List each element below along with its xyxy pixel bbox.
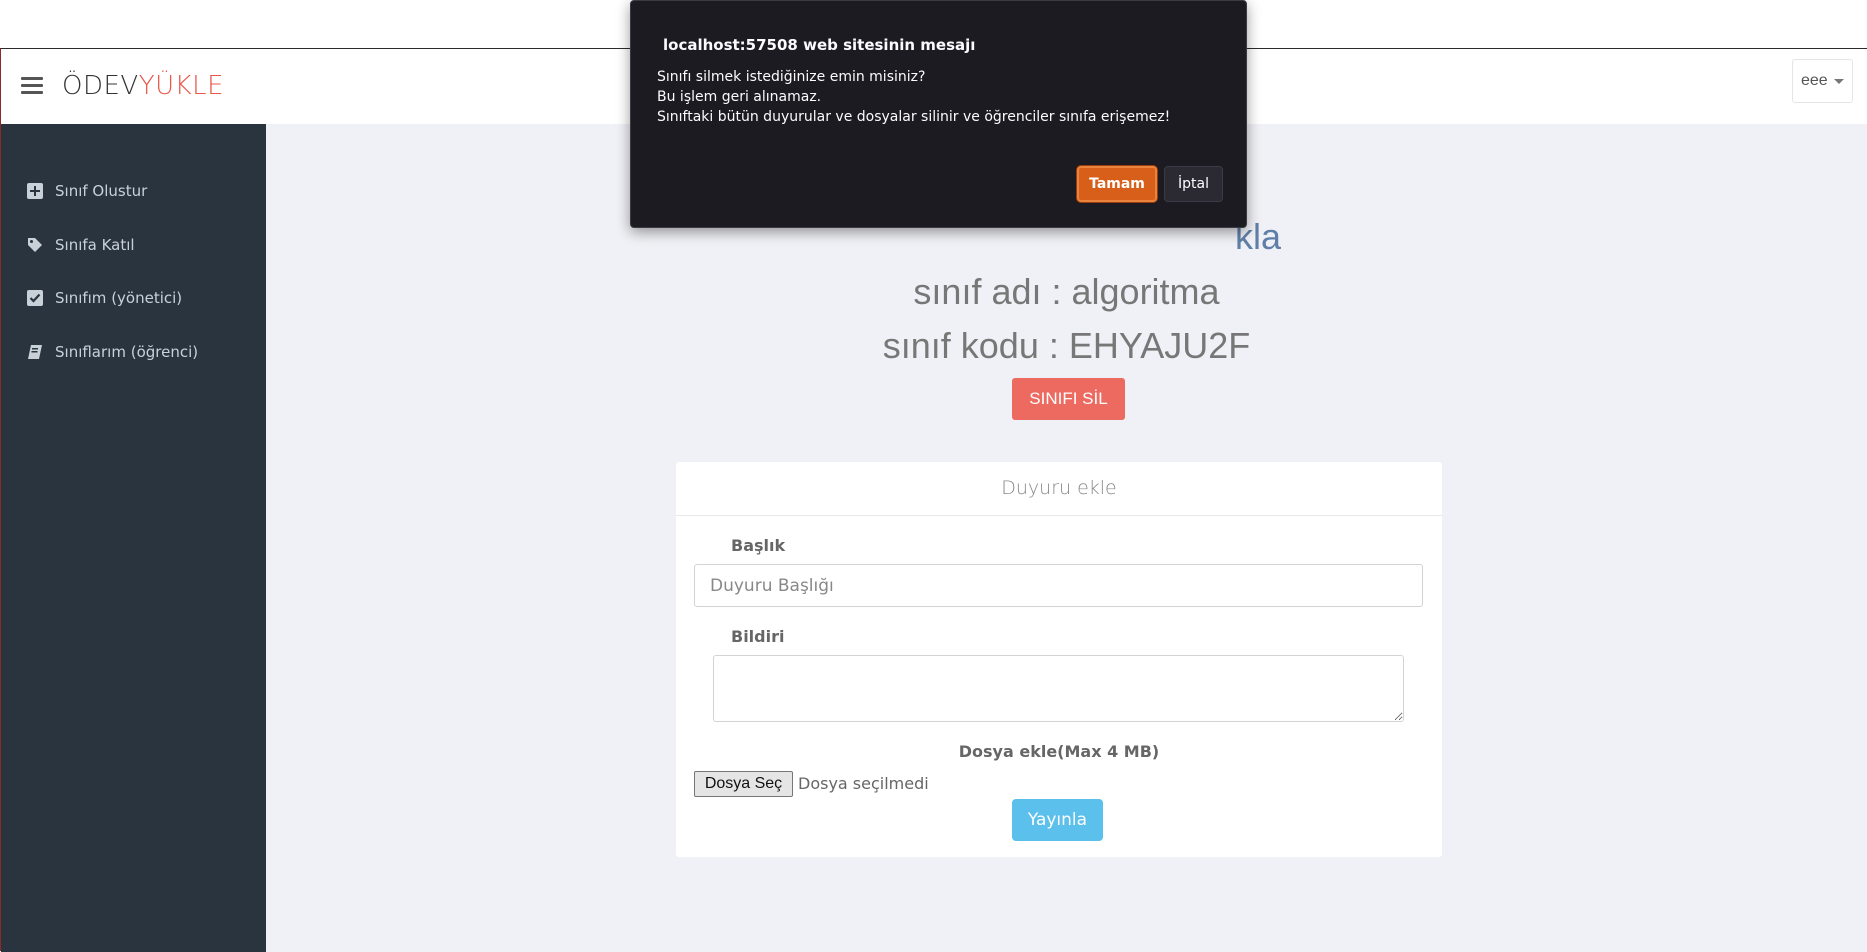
sidebar-item-label: Sınıflarım (öğrenci) xyxy=(55,343,199,361)
announcement-body-textarea[interactable] xyxy=(713,655,1404,722)
book-icon xyxy=(28,345,42,359)
sidebar-item-label: Sınıfım (yönetici) xyxy=(55,289,183,307)
user-label: eee xyxy=(1801,72,1828,89)
dialog-line2: Bu işlem geri alınamaz. xyxy=(657,89,822,105)
choose-file-button[interactable]: Dosya Seç xyxy=(694,771,793,797)
tag-icon xyxy=(28,238,42,252)
delete-class-button[interactable]: SINIFI SİL xyxy=(1012,378,1125,420)
sidebar: Sınıf Olustur Sınıfa Katıl Sınıfım (yöne… xyxy=(1,124,266,952)
brand-part1: ÖDEV xyxy=(62,71,139,101)
announcement-card: Duyuru ekle Başlık Bildiri Dosya ekle(Ma… xyxy=(676,462,1442,857)
title-label: Başlık xyxy=(731,536,786,555)
chevron-down-icon xyxy=(1833,78,1844,84)
main-content: kla sınıf adı : algoritma sınıf kodu : E… xyxy=(266,124,1867,952)
announcement-title-input[interactable] xyxy=(694,564,1423,607)
hamburger-menu-icon[interactable] xyxy=(21,77,43,95)
class-name-heading: sınıf adı : algoritma xyxy=(913,271,1220,312)
publish-button[interactable]: Yayınla xyxy=(1012,799,1103,841)
confirm-dialog: localhost:57508 web sitesinin mesajı Sın… xyxy=(630,0,1247,228)
card-header: Duyuru ekle xyxy=(676,462,1442,516)
sidebar-item-join-class[interactable]: Sınıfa Katıl xyxy=(27,236,135,254)
body-label: Bildiri xyxy=(731,627,785,646)
dialog-line3: Sınıftaki bütün duyurular ve dosyalar si… xyxy=(657,109,1171,125)
cancel-button[interactable]: İptal xyxy=(1164,166,1223,202)
file-label: Dosya ekle(Max 4 MB) xyxy=(958,742,1160,761)
class-code-heading: sınıf kodu : EHYAJU2F xyxy=(882,325,1251,366)
dialog-line1: Sınıfı silmek istediğinize emin misiniz? xyxy=(657,69,926,85)
sidebar-item-label: Sınıf Olustur xyxy=(55,182,148,200)
sidebar-item-my-class-admin[interactable]: Sınıfım (yönetici) xyxy=(27,289,182,307)
user-dropdown[interactable]: eee xyxy=(1792,59,1853,103)
sidebar-item-create-class[interactable]: Sınıf Olustur xyxy=(27,182,147,200)
file-status: Dosya seçilmedi xyxy=(798,774,929,793)
ok-button[interactable]: Tamam xyxy=(1077,166,1157,202)
dialog-message: Sınıfı silmek istediğinize emin misiniz?… xyxy=(657,67,1170,127)
sidebar-item-label: Sınıfa Katıl xyxy=(55,236,135,254)
plus-square-icon xyxy=(27,183,43,199)
sidebar-item-my-classes-student[interactable]: Sınıflarım (öğrenci) xyxy=(27,343,198,361)
brand-logo[interactable]: ÖDEVYÜKLE xyxy=(62,71,224,101)
dialog-title: localhost:57508 web sitesinin mesajı xyxy=(663,36,976,54)
brand-part2: YÜKLE xyxy=(138,71,225,101)
check-square-icon xyxy=(27,290,43,306)
